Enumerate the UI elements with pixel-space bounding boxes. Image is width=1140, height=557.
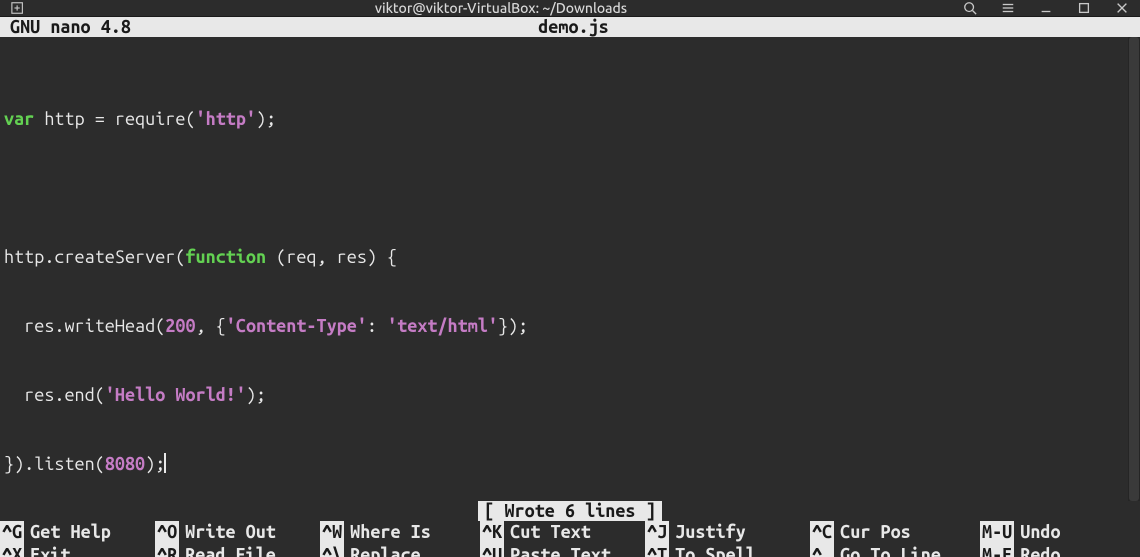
help-key: ^C: [810, 521, 834, 544]
maximize-icon[interactable]: [1076, 0, 1092, 16]
help-label: Go To Line: [840, 544, 941, 557]
help-item-go-to-line: ^_ Go To Line: [810, 544, 980, 557]
nano-status-row: [ Wrote 6 lines ]: [0, 501, 1140, 521]
help-label: To Spell: [675, 544, 756, 557]
help-key: ^W: [320, 521, 344, 544]
help-key: ^O: [155, 521, 179, 544]
help-row: ^X Exit ^R Read File ^\ Replace ^U Paste Tex…: [0, 544, 1140, 557]
help-key: M-E: [980, 544, 1014, 557]
scrollbar[interactable]: [1128, 37, 1140, 501]
help-key: ^_: [810, 544, 834, 557]
help-label: Replace: [350, 544, 421, 557]
help-item-get-help: ^G Get Help: [0, 521, 155, 544]
help-key: ^T: [645, 544, 669, 557]
code-line: res.writeHead(200, {'Content-Type': 'tex…: [4, 315, 1124, 338]
nano-help: ^G Get Help ^O Write Out ^W Where Is ^K Cut …: [0, 521, 1140, 557]
help-label: Paste Text: [510, 544, 611, 557]
code-text: }).listen(: [4, 454, 105, 474]
help-key: ^R: [155, 544, 179, 557]
window-title: viktor@viktor-VirtualBox: ~/Downloads: [40, 0, 962, 16]
code-text: :: [367, 316, 387, 336]
editor-area[interactable]: var http = require('http'); http.createS…: [0, 37, 1140, 501]
code-text: (req, res) {: [266, 247, 397, 267]
string-literal: 'Content-Type': [226, 316, 367, 336]
nano-filename: demo.js: [131, 17, 1016, 37]
help-label: Write Out: [185, 521, 276, 544]
help-key: ^K: [480, 521, 504, 544]
hamburger-menu-icon[interactable]: [1000, 0, 1016, 16]
code-text: res.end(: [4, 385, 105, 405]
help-label: Get Help: [30, 521, 111, 544]
help-item-where-is: ^W Where Is: [320, 521, 480, 544]
titlebar-controls: [962, 0, 1130, 16]
help-label: Where Is: [350, 521, 431, 544]
close-icon[interactable]: [1114, 0, 1130, 16]
help-key: ^X: [0, 544, 24, 557]
string-literal: 'Hello World!': [105, 385, 246, 405]
nano-header: GNU nano 4.8 demo.js: [0, 17, 1140, 37]
code-text: );: [256, 109, 276, 129]
string-literal: 'http': [196, 109, 256, 129]
help-row: ^G Get Help ^O Write Out ^W Where Is ^K Cut …: [0, 521, 1140, 544]
code-line: var http = require('http');: [4, 108, 1124, 131]
help-item-replace: ^\ Replace: [320, 544, 480, 557]
help-label: Cur Pos: [840, 521, 911, 544]
window-titlebar: viktor@viktor-VirtualBox: ~/Downloads: [0, 0, 1140, 17]
titlebar-left: [10, 0, 40, 16]
help-item-to-spell: ^T To Spell: [645, 544, 810, 557]
help-label: Exit: [30, 544, 70, 557]
string-literal: 'text/html': [387, 316, 498, 336]
help-key: ^U: [480, 544, 504, 557]
code-text: , {: [196, 316, 226, 336]
help-item-write-out: ^O Write Out: [155, 521, 320, 544]
new-tab-icon[interactable]: [10, 0, 26, 16]
help-label: Read File: [185, 544, 276, 557]
code-line: [4, 177, 1124, 200]
code-text: );: [145, 454, 165, 474]
keyword-function: function: [185, 247, 266, 267]
number-literal: 200: [165, 316, 195, 336]
search-icon[interactable]: [962, 0, 978, 16]
help-key: ^J: [645, 521, 669, 544]
help-item-undo: M-U Undo: [980, 521, 1140, 544]
help-key: ^G: [0, 521, 24, 544]
help-label: Cut Text: [510, 521, 591, 544]
help-item-read-file: ^R Read File: [155, 544, 320, 557]
code-text: res.writeHead(: [4, 316, 165, 336]
code-line: }).listen(8080);: [4, 453, 1124, 476]
code-text: );: [246, 385, 266, 405]
help-item-cur-pos: ^C Cur Pos: [810, 521, 980, 544]
code-text: http = require(: [34, 109, 195, 129]
help-label: Redo: [1020, 544, 1060, 557]
help-key: ^\: [320, 544, 344, 557]
number-literal: 8080: [105, 454, 145, 474]
code-text: http.createServer(: [4, 247, 185, 267]
code-line: http.createServer(function (req, res) {: [4, 246, 1124, 269]
help-item-cut-text: ^K Cut Text: [480, 521, 645, 544]
help-key: M-U: [980, 521, 1014, 544]
help-item-redo: M-E Redo: [980, 544, 1140, 557]
help-item-justify: ^J Justify: [645, 521, 810, 544]
code-text: });: [498, 316, 528, 336]
minimize-icon[interactable]: [1038, 0, 1054, 16]
help-label: Undo: [1020, 521, 1060, 544]
nano-version: GNU nano 4.8: [4, 17, 131, 37]
help-item-paste-text: ^U Paste Text: [480, 544, 645, 557]
help-item-exit: ^X Exit: [0, 544, 155, 557]
code-line: res.end('Hello World!');: [4, 384, 1124, 407]
nano-status-message: [ Wrote 6 lines ]: [478, 501, 661, 521]
help-label: Justify: [675, 521, 746, 544]
keyword-var: var: [4, 109, 34, 129]
scrollbar-thumb[interactable]: [1129, 37, 1139, 501]
